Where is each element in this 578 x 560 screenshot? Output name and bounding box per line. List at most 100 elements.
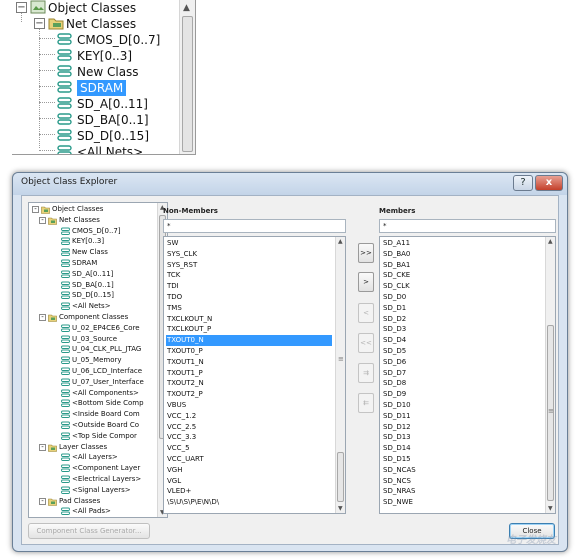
remove-one-button[interactable]: < <box>358 303 374 323</box>
non-members-filter-input[interactable]: * <box>163 219 346 233</box>
list-item[interactable]: TCK <box>166 270 332 281</box>
list-item[interactable]: TMS <box>166 303 332 314</box>
list-item[interactable]: TDO <box>166 292 332 303</box>
collapse-toggle-icon[interactable]: - <box>39 314 46 321</box>
zoom-tree-item-label: KEY[0..3] <box>77 49 133 63</box>
list-item[interactable]: TXOUT0_P <box>166 346 332 357</box>
list-item[interactable]: SD_D13 <box>382 432 542 443</box>
tree-item-label: Object Classes <box>52 205 104 213</box>
scroll-up-icon[interactable]: ▲ <box>338 238 343 245</box>
net-class-icon <box>57 48 73 63</box>
tree-item-label: U_03_Source <box>72 334 118 343</box>
list-item[interactable]: SD_NWE <box>382 497 542 508</box>
dialog-title: Object Class Explorer <box>21 177 118 187</box>
members-list[interactable]: SD_A11 SD_BA0 SD_BA1 SD_CKE SD_CLK SD_D0 SD_D1… <box>379 236 556 514</box>
list-item[interactable]: SD_NRAS <box>382 486 542 497</box>
list-item[interactable]: SD_D12 <box>382 422 542 433</box>
list-item[interactable]: VCC_2.5 <box>166 422 332 433</box>
collapse-toggle-icon[interactable]: - <box>32 206 39 213</box>
non-members-scrollbar[interactable]: ▲ ≡ ▼ <box>335 237 345 513</box>
list-item[interactable]: SD_D15 <box>382 454 542 465</box>
list-item[interactable]: TXOUT2_P <box>166 389 332 400</box>
dialog-titlebar[interactable]: Object Class Explorer ? x <box>13 173 567 195</box>
list-item[interactable]: SD_D7 <box>382 368 542 379</box>
zoom-scrollbar[interactable]: ▲ <box>179 0 195 154</box>
scroll-up-icon[interactable]: ▲ <box>548 238 553 245</box>
list-item[interactable]: SD_D9 <box>382 389 542 400</box>
list-item[interactable]: TDI <box>166 281 332 292</box>
collapse-toggle-icon[interactable]: - <box>39 443 46 451</box>
list-item[interactable]: TXCLKOUT_N <box>166 314 332 325</box>
list-item[interactable]: VGL <box>166 476 332 487</box>
list-item[interactable]: SD_CLK <box>382 281 542 292</box>
list-item[interactable]: VLED+ <box>166 486 332 497</box>
list-item[interactable]: SD_BA0 <box>382 249 542 260</box>
add-one-button[interactable]: > <box>358 272 374 292</box>
list-item[interactable]: SYS_CLK <box>166 249 332 260</box>
list-item[interactable]: SD_D6 <box>382 357 542 368</box>
scroll-down-icon[interactable]: ▼ <box>338 505 343 512</box>
list-item[interactable]: VCC_UART <box>166 454 332 465</box>
list-item[interactable]: VCC_3.3 <box>166 432 332 443</box>
net-class-icon <box>57 128 73 143</box>
list-item[interactable]: VGH <box>166 465 332 476</box>
list-item[interactable]: SD_D2 <box>382 314 542 325</box>
list-item[interactable]: VBUS <box>166 400 332 411</box>
list-item[interactable]: SD_D5 <box>382 346 542 357</box>
window-close-button[interactable]: x <box>535 175 563 191</box>
help-button[interactable]: ? <box>513 175 533 191</box>
non-members-scroll-thumb[interactable] <box>337 452 344 502</box>
list-item[interactable]: TXOUT1_P <box>166 368 332 379</box>
collapse-toggle-icon[interactable]: − <box>34 18 45 29</box>
list-item[interactable]: SW <box>166 238 332 249</box>
list-item[interactable]: VCC_5 <box>166 443 332 454</box>
list-item[interactable]: SD_D8 <box>382 378 542 389</box>
list-item[interactable]: SD_D0 <box>382 292 542 303</box>
scroll-up-icon[interactable]: ▲ <box>183 3 190 13</box>
list-item[interactable]: SD_NCS <box>382 476 542 487</box>
list-item[interactable]: SD_BA1 <box>382 260 542 271</box>
component-class-generator-button[interactable]: Component Class Generator... <box>28 523 150 539</box>
class-member-icon <box>61 270 70 279</box>
add-all-button[interactable]: >> <box>358 243 374 263</box>
collapse-toggle-icon[interactable]: - <box>39 216 46 224</box>
list-item[interactable]: TXOUT2_N <box>166 378 332 389</box>
class-folder-icon <box>48 216 57 225</box>
list-item[interactable]: TXOUT0_N <box>166 335 332 347</box>
list-item[interactable]: SD_D3 <box>382 324 542 335</box>
list-item[interactable]: SD_D4 <box>382 335 542 346</box>
remove-selected-button[interactable]: ⇇ <box>358 393 374 413</box>
class-member-icon <box>61 453 70 462</box>
list-item[interactable]: SD_CKE <box>382 270 542 281</box>
list-item[interactable]: SD_D14 <box>382 443 542 454</box>
class-member-icon <box>61 227 70 236</box>
tree-item-label: SD_BA[0..1] <box>72 280 114 289</box>
list-item[interactable]: SD_D1 <box>382 303 542 314</box>
members-filter-input[interactable]: * <box>379 219 556 233</box>
scroll-thumb[interactable] <box>182 16 193 152</box>
non-members-list[interactable]: SW SYS_CLK SYS_RST TCK TDI TDO TMS TXCLKOUT_N TX… <box>163 236 346 514</box>
tree-item-label: CMOS_D[0..7] <box>72 226 121 235</box>
object-classes-icon <box>30 0 46 15</box>
list-item[interactable]: TXOUT1_N <box>166 357 332 368</box>
scroll-down-icon[interactable]: ▼ <box>548 505 553 512</box>
class-tree[interactable]: - Object Classes - Net Classes CMOS_D[0..7] K… <box>28 202 168 518</box>
list-item[interactable]: \S\U\S\P\E\N\D\ <box>166 497 332 508</box>
list-item[interactable]: SD_NCAS <box>382 465 542 476</box>
list-item[interactable]: SD_D10 <box>382 400 542 411</box>
class-member-icon <box>61 432 70 441</box>
class-member-icon <box>61 464 70 473</box>
list-item[interactable]: VCC_1.2 <box>166 411 332 422</box>
remove-all-button[interactable]: << <box>358 333 374 353</box>
zoom-tree-item-label: Object Classes <box>48 1 137 15</box>
list-item[interactable]: SD_A11 <box>382 238 542 249</box>
list-item[interactable]: TXCLKOUT_P <box>166 324 332 335</box>
list-item[interactable]: SYS_RST <box>166 260 332 271</box>
members-scrollbar[interactable]: ▲ ≡ ▼ <box>545 237 555 513</box>
collapse-toggle-icon[interactable]: - <box>39 497 46 505</box>
tree-item-label: <Outside Board Co <box>72 421 140 429</box>
add-selected-button[interactable]: ⇉ <box>358 363 374 383</box>
tree-item-label: New Class <box>72 248 108 257</box>
collapse-toggle-icon[interactable]: − <box>16 2 27 13</box>
list-item[interactable]: SD_D11 <box>382 411 542 422</box>
